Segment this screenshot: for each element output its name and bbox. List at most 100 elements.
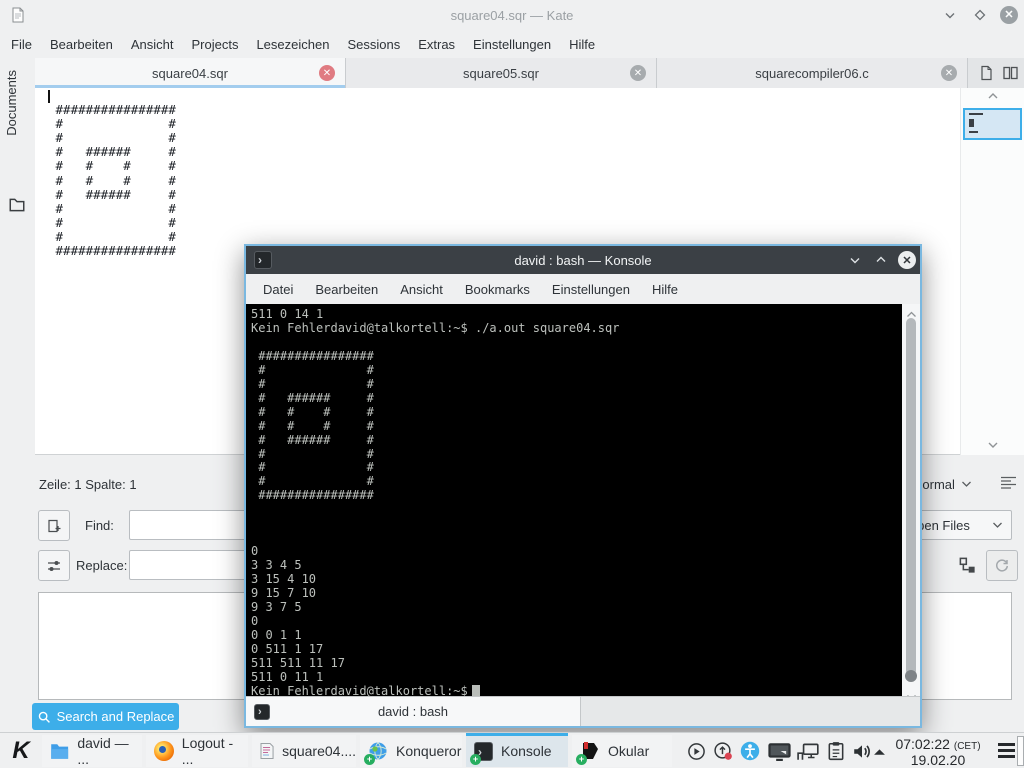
kate-left-toolview-bar: Documents [0, 58, 35, 732]
konsole-menu-bearbeiten[interactable]: Bearbeiten [304, 282, 389, 297]
task-dolphin-label: david — ... [77, 735, 142, 767]
kate-tabbar: square04.sqr ✕ square05.sqr ✕ squarecomp… [35, 58, 1024, 88]
panel-settings-hamburger-icon[interactable] [998, 743, 1015, 758]
clipboard-tray-icon[interactable] [826, 741, 846, 761]
terminal-display[interactable]: 511 0 14 1 Kein Fehlerdavid@talkortell:~… [246, 304, 920, 700]
media-player-tray-icon[interactable] [686, 741, 706, 761]
kate-menu-hilfe[interactable]: Hilfe [560, 37, 604, 52]
task-firefox-label: Logout - ... [182, 735, 248, 767]
task-konsole-active[interactable]: › + Konsole [466, 735, 568, 767]
volume-tray-icon[interactable] [852, 741, 872, 761]
konsole-menu-einstellungen[interactable]: Einstellungen [541, 282, 641, 297]
konqueror-globe-icon: + [368, 741, 388, 761]
kate-menu-projects[interactable]: Projects [182, 37, 247, 52]
konsole-close-button[interactable]: ✕ [898, 251, 916, 269]
kate-maximize-button[interactable] [971, 6, 989, 24]
kate-minimize-button[interactable] [941, 6, 959, 24]
clock-time: 07:02:22 [895, 736, 950, 752]
network-tray-icon[interactable] [796, 741, 820, 761]
text-caret [48, 90, 50, 103]
peek-desktop-widget[interactable] [1017, 736, 1024, 766]
tab-squarecompiler06-label: squarecompiler06.c [755, 66, 868, 81]
new-window-badge: + [576, 754, 587, 765]
konsole-session-tab[interactable]: › david : bash [246, 697, 581, 726]
task-kate-label: square04.... [282, 743, 356, 759]
task-okular-label: Okular [608, 743, 649, 759]
kate-menu-einstellungen[interactable]: Einstellungen [464, 37, 560, 52]
konsole-menu-ansicht[interactable]: Ansicht [389, 282, 454, 297]
display-settings-tray-icon[interactable] [766, 741, 792, 761]
konsole-menu-hilfe[interactable]: Hilfe [641, 282, 689, 297]
new-search-tab-button[interactable] [38, 510, 70, 541]
clock-timezone: (CET) [954, 741, 981, 752]
accessibility-tray-icon[interactable] [740, 741, 760, 761]
tab-squarecompiler06-close-icon[interactable]: ✕ [941, 65, 957, 81]
tool-button-label: Search and Replace [57, 709, 175, 724]
minimap-thumb[interactable] [963, 108, 1022, 140]
konsole-window: › david : bash — Konsole ✕ Datei Bearbei… [244, 244, 922, 728]
konsole-maximize-button[interactable] [872, 251, 890, 269]
documents-toolview-tab[interactable]: Documents [4, 70, 19, 136]
clock-date: 19.02.20 [884, 752, 992, 768]
konsole-menu-bookmarks[interactable]: Bookmarks [454, 282, 541, 297]
software-updates-tray-icon[interactable] [713, 741, 733, 761]
chevron-down-icon [992, 521, 1003, 529]
new-window-badge: + [364, 754, 375, 765]
session-tab-label: david : bash [246, 704, 580, 719]
scroll-up-icon[interactable] [987, 91, 999, 104]
tab-square04[interactable]: square04.sqr ✕ [35, 58, 346, 88]
kate-close-button[interactable]: ✕ [1000, 6, 1018, 24]
terminal-scrollbar[interactable] [902, 304, 920, 700]
task-firefox[interactable]: Logout - ... [146, 735, 248, 767]
konsole-titlebar[interactable]: › david : bash — Konsole ✕ [246, 246, 920, 274]
new-document-icon[interactable] [974, 61, 998, 85]
kate-menu-ansicht[interactable]: Ansicht [122, 37, 183, 52]
firefox-icon [154, 741, 174, 761]
task-konsole-label: Konsole [501, 743, 552, 759]
scrollbar-thumb[interactable] [906, 318, 916, 676]
tab-square05-close-icon[interactable]: ✕ [630, 65, 646, 81]
editor-minimap-scrollbar[interactable] [960, 88, 1024, 455]
search-icon [37, 710, 51, 724]
kate-menu-extras[interactable]: Extras [409, 37, 464, 52]
kate-window-title: square04.sqr — Kate [0, 8, 1024, 23]
task-okular[interactable]: + Okular [572, 735, 672, 767]
projects-folder-icon[interactable] [8, 196, 26, 219]
line-settings-icon[interactable] [1000, 475, 1017, 493]
digital-clock[interactable]: 07:02:22 (CET) 19.02.20 [884, 736, 992, 768]
konsole-terminal-icon: › + [474, 742, 493, 761]
editor-text[interactable]: ################ # # # # # ###### # # # … [48, 89, 176, 258]
task-kate[interactable]: square04.... [252, 735, 356, 767]
kate-titlebar[interactable]: square04.sqr — Kate ✕ [0, 0, 1024, 30]
application-launcher-icon[interactable]: K [8, 738, 34, 764]
task-konqueror[interactable]: + Konqueror [360, 735, 462, 767]
kate-menu-lesezeichen[interactable]: Lesezeichen [247, 37, 338, 52]
find-label: Find: [85, 518, 114, 533]
split-view-icon[interactable] [998, 61, 1022, 85]
refresh-search-button[interactable] [986, 550, 1018, 581]
search-options-button[interactable] [38, 550, 70, 581]
folder-icon [50, 743, 69, 760]
konsole-tabbar: › david : bash [246, 696, 920, 726]
konsole-menu-datei[interactable]: Datei [252, 282, 304, 297]
search-and-replace-toolview-button[interactable]: Search and Replace [32, 703, 179, 730]
task-dolphin[interactable]: david — ... [42, 735, 142, 767]
konsole-window-title: david : bash — Konsole [246, 253, 920, 268]
kate-menu-sessions[interactable]: Sessions [338, 37, 409, 52]
expand-results-tree-icon[interactable] [958, 556, 977, 580]
scrollbar-thumb-end[interactable] [905, 670, 917, 682]
tab-squarecompiler06[interactable]: squarecompiler06.c ✕ [657, 58, 968, 88]
konsole-minimize-button[interactable] [846, 251, 864, 269]
replace-label: Replace: [76, 558, 127, 573]
new-window-badge: + [470, 754, 481, 765]
terminal-text: 511 0 14 1 Kein Fehlerdavid@talkortell:~… [251, 308, 619, 699]
kate-menu-file[interactable]: File [2, 37, 41, 52]
konsole-menubar: Datei Bearbeiten Ansicht Bookmarks Einst… [246, 274, 920, 304]
tab-square04-label: square04.sqr [152, 66, 228, 81]
kate-menu-bearbeiten[interactable]: Bearbeiten [41, 37, 122, 52]
tab-square05[interactable]: square05.sqr ✕ [346, 58, 657, 88]
tab-square04-close-icon[interactable]: ✕ [319, 65, 335, 81]
scroll-down-icon[interactable] [987, 440, 999, 453]
tab-square05-label: square05.sqr [463, 66, 539, 81]
taskbar-panel: K david — ... Logout - ... square04.... … [0, 732, 1024, 768]
